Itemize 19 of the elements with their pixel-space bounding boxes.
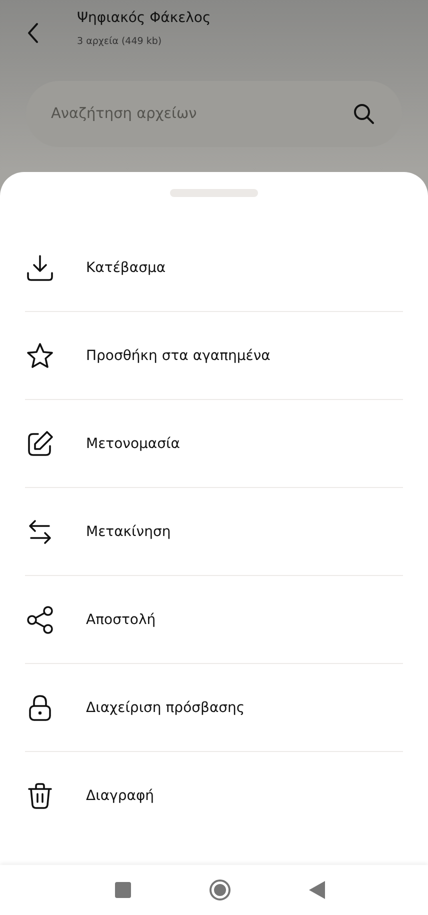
menu-item[interactable]: Κατέβασμα (25, 224, 403, 311)
menu-item[interactable]: Μετακίνηση (25, 488, 403, 575)
search-icon[interactable] (352, 102, 376, 126)
menu-item[interactable]: Διαχείριση πρόσβασης (25, 664, 403, 751)
share-icon (25, 604, 55, 634)
menu-item[interactable]: Μετονομασία (25, 400, 403, 487)
back-nav-button[interactable] (309, 881, 325, 899)
star-icon (25, 340, 55, 370)
pencil-icon (25, 428, 55, 458)
menu-item[interactable]: Διαγραφή (25, 752, 403, 839)
home-button[interactable] (209, 879, 231, 901)
menu-item[interactable]: Προσθήκη στα αγαπημένα (25, 312, 403, 399)
folder-title: Ψηφιακός Φάκελος (77, 10, 211, 26)
file-count: 3 αρχεία (449 kb) (77, 36, 163, 47)
trash-icon (25, 780, 55, 810)
download-icon (25, 252, 55, 282)
menu-item[interactable]: Αποστολή (25, 576, 403, 663)
drag-handle[interactable] (170, 189, 258, 197)
search-field[interactable]: Αναζήτηση αρχείων (26, 81, 402, 147)
